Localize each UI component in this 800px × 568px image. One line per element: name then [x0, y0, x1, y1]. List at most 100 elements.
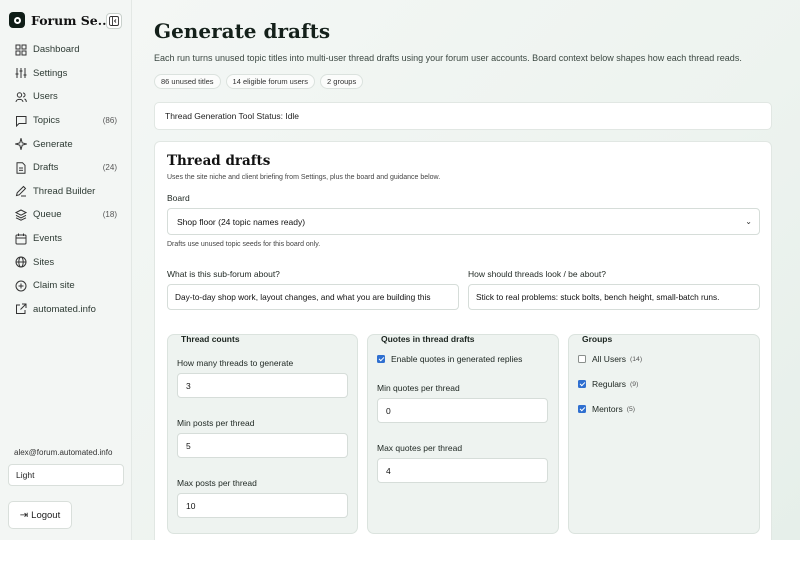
min-quotes-label: Min quotes per thread [377, 383, 460, 393]
group-label: Mentors [592, 404, 623, 414]
group-count: (5) [626, 405, 636, 413]
stats-chips: 86 unused titles 14 eligible forum users… [154, 74, 364, 89]
group-checkbox[interactable] [578, 380, 586, 388]
sidebar-item-queue[interactable]: Queue (18) [0, 203, 131, 227]
threads-count-label: How many threads to generate [177, 358, 294, 368]
group-regulars[interactable]: Regulars (9) [578, 379, 638, 389]
sidebar-item-label: Settings [33, 67, 68, 79]
sidebar-item-label: Queue [33, 209, 62, 221]
sidebar-item-users[interactable]: Users [0, 85, 131, 109]
look-input[interactable]: Stick to real problems: stuck bolts, ben… [468, 284, 760, 310]
unused-titles-chip: 86 unused titles [154, 74, 221, 89]
sidebar-item-label: Sites [33, 256, 55, 268]
app: Forum Se... Dashboard Settings Users Top… [0, 0, 800, 540]
thread-counts-title: Thread counts [181, 334, 240, 344]
sidebar-item-count: (86) [102, 116, 117, 126]
page-title: Generate drafts [154, 19, 331, 43]
board-select[interactable]: Shop floor (24 topic names ready) ⌄ [167, 208, 760, 235]
max-quotes-label: Max quotes per thread [377, 443, 463, 453]
card-subtitle: Uses the site niche and client briefing … [167, 174, 441, 181]
card-title: Thread drafts [167, 153, 271, 169]
max-posts-input[interactable]: 10 [177, 493, 348, 518]
min-quotes-input[interactable]: 0 [377, 398, 548, 423]
sidebar-item-label: Drafts [33, 162, 59, 174]
eligible-users-chip: 14 eligible forum users [225, 74, 316, 89]
sidebar-item-count: (18) [102, 210, 117, 220]
look-label: How should threads look / be about? [468, 269, 606, 279]
max-posts-label: Max posts per thread [177, 478, 257, 488]
sidebar-item-label: Claim site [33, 280, 75, 292]
sidebar-item-label: Thread Builder [33, 185, 96, 197]
group-mentors[interactable]: Mentors (5) [578, 404, 635, 414]
logout-icon: ⇥ [19, 509, 29, 521]
sidebar-item-label: Dashboard [33, 44, 80, 56]
logo-icon [9, 12, 25, 28]
dashboard-icon [15, 44, 27, 56]
sidebar-item-dashboard[interactable]: Dashboard [0, 38, 131, 62]
enable-quotes-checkbox[interactable]: Enable quotes in generated replies [377, 354, 522, 364]
enable-quotes-label: Enable quotes in generated replies [391, 354, 523, 364]
board-select-value: Shop floor (24 topic names ready) [177, 216, 306, 227]
sidebar-item-label: Topics [33, 115, 60, 127]
sidebar-item-sites[interactable]: Sites [0, 250, 131, 274]
page-subtitle: Each run turns unused topic titles into … [154, 53, 742, 63]
users-icon [15, 91, 27, 103]
brand-name: Forum Se... [31, 12, 111, 28]
sliders-icon [15, 67, 27, 79]
main-content: Generate drafts Each run turns unused to… [132, 0, 800, 540]
sidebar-item-settings[interactable]: Settings [0, 62, 131, 86]
sidebar-item-label: Events [33, 233, 63, 245]
sidebar-item-label: automated.info [33, 303, 96, 315]
logout-button[interactable]: ⇥ Logout [8, 501, 72, 529]
chat-bubble-icon [15, 115, 27, 127]
sidebar: Forum Se... Dashboard Settings Users Top… [0, 0, 132, 540]
sidebar-nav: Dashboard Settings Users Topics (86) Gen… [0, 38, 131, 321]
groups-chip: 2 groups [320, 74, 364, 89]
globe-icon [15, 256, 27, 268]
group-all-users[interactable]: All Users (14) [578, 354, 642, 364]
thread-counts-panel: Thread counts How many threads to genera… [167, 334, 358, 534]
group-label: All Users [592, 354, 627, 364]
board-hint: Drafts use unused topic seeds for this b… [167, 241, 321, 248]
layers-icon [15, 209, 27, 221]
max-quotes-input[interactable]: 4 [377, 458, 548, 483]
min-posts-label: Min posts per thread [177, 418, 255, 428]
logout-label: Logout [31, 509, 61, 521]
about-label: What is this sub-forum about? [167, 269, 280, 279]
collapse-icon [109, 16, 119, 26]
sparkle-icon [15, 138, 27, 151]
sidebar-item-events[interactable]: Events [0, 227, 131, 251]
group-label: Regulars [592, 379, 627, 389]
collapse-sidebar-button[interactable] [106, 13, 122, 29]
quotes-panel: Quotes in thread drafts Enable quotes in… [367, 334, 559, 534]
sidebar-item-topics[interactable]: Topics (86) [0, 109, 131, 133]
sidebar-item-drafts[interactable]: Drafts (24) [0, 156, 131, 180]
min-posts-input[interactable]: 5 [177, 433, 348, 458]
thread-drafts-card: Thread drafts Uses the site niche and cl… [154, 141, 772, 540]
group-count: (14) [630, 355, 643, 363]
sidebar-item-generate[interactable]: Generate [0, 132, 131, 156]
sidebar-item-claim-site[interactable]: Claim site [0, 274, 131, 298]
group-count: (9) [630, 380, 639, 388]
sidebar-item-label: Generate [33, 138, 73, 150]
enable-quotes-check-icon[interactable] [377, 355, 385, 363]
plus-circle-icon [15, 280, 27, 292]
chevron-down-icon: ⌄ [745, 217, 752, 226]
user-email: alex@forum.automated.info [14, 448, 113, 457]
external-link-icon [15, 303, 27, 315]
group-checkbox[interactable] [578, 405, 586, 413]
document-icon [15, 162, 27, 174]
sidebar-item-thread-builder[interactable]: Thread Builder [0, 180, 131, 204]
board-label: Board [167, 193, 190, 203]
sidebar-item-automated-info[interactable]: automated.info [0, 298, 131, 322]
groups-title: Groups [582, 334, 613, 344]
tool-status-bar: Thread Generation Tool Status: Idle [154, 102, 772, 130]
threads-count-input[interactable]: 3 [177, 373, 348, 398]
quotes-title: Quotes in thread drafts [381, 334, 475, 344]
theme-select[interactable]: Light [8, 464, 124, 486]
group-checkbox[interactable] [578, 355, 586, 363]
sidebar-item-count: (24) [102, 163, 117, 173]
pen-icon [15, 185, 27, 197]
calendar-icon [15, 233, 27, 245]
about-input[interactable]: Day-to-day shop work, layout changes, an… [167, 284, 459, 310]
